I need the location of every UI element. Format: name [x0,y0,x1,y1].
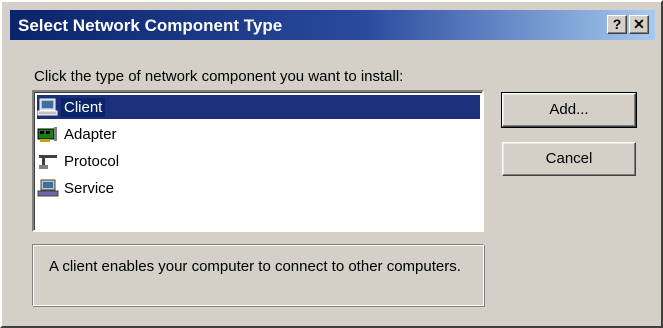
cancel-button[interactable]: Cancel [502,142,636,176]
description-text: A client enables your computer to connec… [49,258,461,275]
list-item-label: Service [64,179,115,197]
list-item-service[interactable]: Service [37,176,480,200]
prompt-label: Click the type of network component you … [34,68,404,85]
window-title: Select Network Component Type [18,16,283,35]
title-bar[interactable]: Select Network Component Type ? ✕ [10,10,655,40]
close-button[interactable]: ✕ [629,15,649,34]
list-item-client[interactable]: Client [37,95,480,119]
add-button[interactable]: Add... [501,92,637,128]
list-item-label: Adapter [64,125,117,143]
client-icon [37,97,61,117]
service-icon [37,178,61,198]
help-button[interactable]: ? [607,15,627,34]
list-item-label: Client [61,97,106,117]
component-type-list[interactable]: Client Adapter Protocol Service [32,90,484,232]
protocol-icon [37,151,61,171]
dialog-window: Select Network Component Type ? ✕ Click … [0,0,663,328]
list-item-adapter[interactable]: Adapter [37,122,480,146]
adapter-icon [37,124,61,144]
description-box: A client enables your computer to connec… [32,244,484,306]
list-item-protocol[interactable]: Protocol [37,149,480,173]
list-item-label: Protocol [64,152,120,170]
